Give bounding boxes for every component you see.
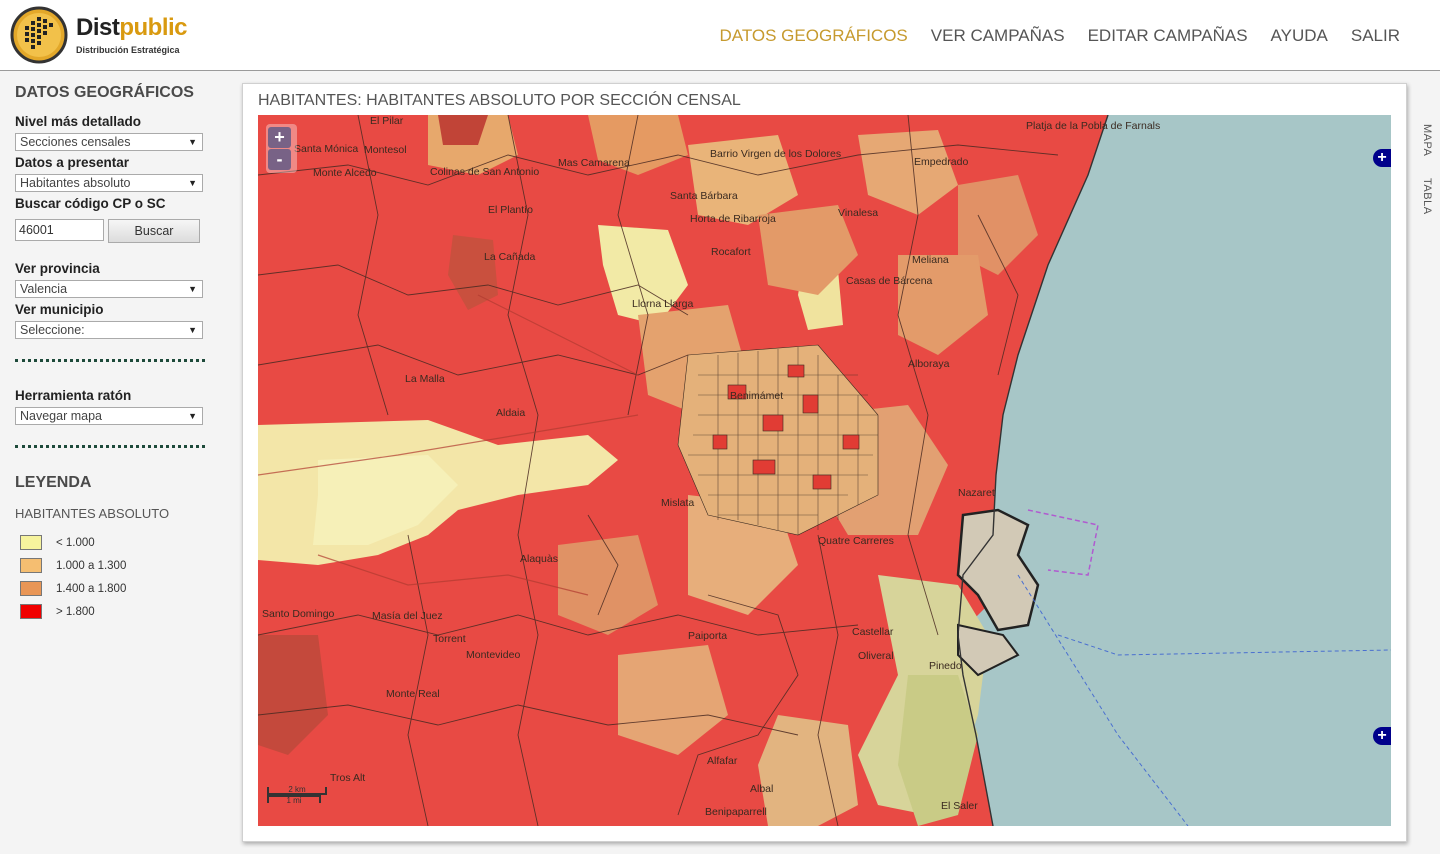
zoom-in-button[interactable]: + [268, 127, 291, 148]
legend-swatch [20, 581, 42, 596]
nav-datos-geograficos[interactable]: DATOS GEOGRÁFICOS [719, 26, 907, 46]
sidebar-title: DATOS GEOGRÁFICOS [15, 84, 194, 101]
legend-swatch [20, 604, 42, 619]
map-label: Rocafort [711, 246, 751, 258]
map-label: Montevideo [466, 649, 521, 661]
map-label: La Cañada [484, 251, 536, 263]
dropdown-arrow-icon: ▼ [188, 137, 197, 147]
legend-swatch [20, 558, 42, 573]
map-label: Platja de la Pobla de Farnals [1026, 120, 1161, 132]
map-label: Colinas de San Antonio [430, 166, 540, 178]
map-label: Nazaret [958, 487, 995, 499]
map-label: Alboraya [908, 358, 950, 370]
search-input[interactable] [15, 219, 104, 241]
search-label: Buscar código CP o SC [15, 196, 166, 211]
legend-item: > 1.800 [15, 600, 210, 623]
map-label: Quatre Carreres [818, 535, 894, 547]
province-label: Ver provincia [15, 261, 100, 276]
map-label: Aldaia [496, 407, 526, 419]
sidebar: DATOS GEOGRÁFICOS Nivel más detallado Se… [15, 84, 210, 623]
map-label: Pinedo [929, 660, 962, 672]
map-label: Santo Domingo [262, 608, 335, 620]
map-label: Santa Mónica [294, 143, 359, 155]
nav-editar-campanas[interactable]: EDITAR CAMPAÑAS [1088, 26, 1248, 46]
map-label: Montesol [364, 144, 407, 156]
map-title: HABITANTES: HABITANTES ABSOLUTO POR SECC… [258, 92, 741, 109]
legend-item: < 1.000 [15, 531, 210, 554]
map-label: Barrio Virgen de los Dolores [710, 148, 842, 160]
map-label: Oliveral [858, 650, 894, 662]
map-label: Monte Real [386, 688, 440, 700]
tab-tabla[interactable]: TABLA [1421, 178, 1433, 215]
data-select[interactable]: Habitantes absoluto ▼ [15, 174, 203, 192]
nav-salir[interactable]: SALIR [1351, 26, 1400, 46]
map-label: Tros Alt [330, 772, 366, 784]
map-label: Benimámet [730, 390, 784, 402]
map-label: Meliana [912, 254, 949, 266]
layer-switcher-button[interactable]: + [1373, 727, 1391, 745]
main-nav: DATOS GEOGRÁFICOS VER CAMPAÑAS EDITAR CA… [719, 26, 1400, 46]
map-label: Horta de Ribarroja [690, 213, 776, 225]
map-label: El Plantío [488, 204, 533, 216]
map-label: Castellar [852, 626, 894, 638]
map-label: Empedrado [914, 156, 969, 168]
province-select[interactable]: Valencia ▼ [15, 280, 203, 298]
dropdown-arrow-icon: ▼ [188, 325, 197, 335]
map-label: Mas Camarena [558, 157, 630, 169]
map-label: Benipaparrell [705, 806, 767, 818]
map-label: Albal [750, 783, 774, 795]
municipality-select[interactable]: Seleccione: ▼ [15, 321, 203, 339]
level-select[interactable]: Secciones censales ▼ [15, 133, 203, 151]
legend-subtitle: HABITANTES ABSOLUTO [15, 506, 170, 521]
search-row: Buscar [15, 219, 210, 243]
search-button[interactable]: Buscar [108, 219, 200, 243]
scale-bar: 2 km 1 mi [267, 786, 327, 805]
legend-swatch [20, 535, 42, 550]
logo-globe-icon [10, 6, 68, 64]
map-label: Masía del Juez [372, 610, 443, 622]
legend-title: LEYENDA [15, 474, 92, 491]
municipality-label: Ver municipio [15, 302, 104, 317]
dropdown-arrow-icon: ▼ [188, 411, 197, 421]
map-label: Casas de Bárcena [846, 275, 933, 287]
zoom-control: + - [266, 124, 297, 173]
nav-ayuda[interactable]: AYUDA [1271, 26, 1328, 46]
app-header: Distpublic Distribución Estratégica DATO… [0, 0, 1440, 71]
map-label: Alaquàs [520, 553, 558, 565]
nav-ver-campanas[interactable]: VER CAMPAÑAS [931, 26, 1065, 46]
layer-switcher-button[interactable]: + [1373, 149, 1391, 167]
map-label: Llorna Llarga [632, 298, 694, 310]
scale-mi: 1 mi [267, 795, 321, 805]
zoom-out-button[interactable]: - [268, 149, 291, 170]
tool-select[interactable]: Navegar mapa ▼ [15, 407, 203, 425]
map-canvas [258, 115, 1391, 826]
tool-label: Herramienta ratón [15, 388, 132, 403]
map-label: El Saler [941, 800, 978, 812]
map-label: Alfafar [707, 755, 738, 767]
brand-name: Distpublic [76, 14, 188, 41]
map-label: Torrent [433, 633, 466, 645]
brand-tagline: Distribución Estratégica [76, 45, 180, 55]
tab-mapa[interactable]: MAPA [1421, 124, 1433, 156]
scale-km: 2 km [267, 786, 327, 795]
map-label: Vinalesa [838, 207, 879, 219]
map-label: El Pilar [370, 115, 404, 127]
map-label: Paiporta [688, 630, 728, 642]
map-panel: HABITANTES: HABITANTES ABSOLUTO POR SECC… [242, 83, 1407, 842]
legend-item: 1.000 a 1.300 [15, 554, 210, 577]
data-label: Datos a presentar [15, 155, 130, 170]
dropdown-arrow-icon: ▼ [188, 178, 197, 188]
divider [15, 359, 205, 362]
distpublic-logo[interactable]: Distpublic Distribución Estratégica [10, 6, 200, 64]
divider [15, 445, 205, 448]
level-label: Nivel más detallado [15, 114, 142, 129]
map-label: Santa Bárbara [670, 190, 738, 202]
map-label: La Malla [405, 373, 445, 385]
legend-item: 1.400 a 1.800 [15, 577, 210, 600]
dropdown-arrow-icon: ▼ [188, 284, 197, 294]
choropleth-map[interactable]: El Pilar Montesol Santa Mónica Monte Alc… [258, 115, 1391, 826]
map-label: Mislata [661, 497, 695, 509]
map-label: Monte Alcedo [313, 167, 377, 179]
